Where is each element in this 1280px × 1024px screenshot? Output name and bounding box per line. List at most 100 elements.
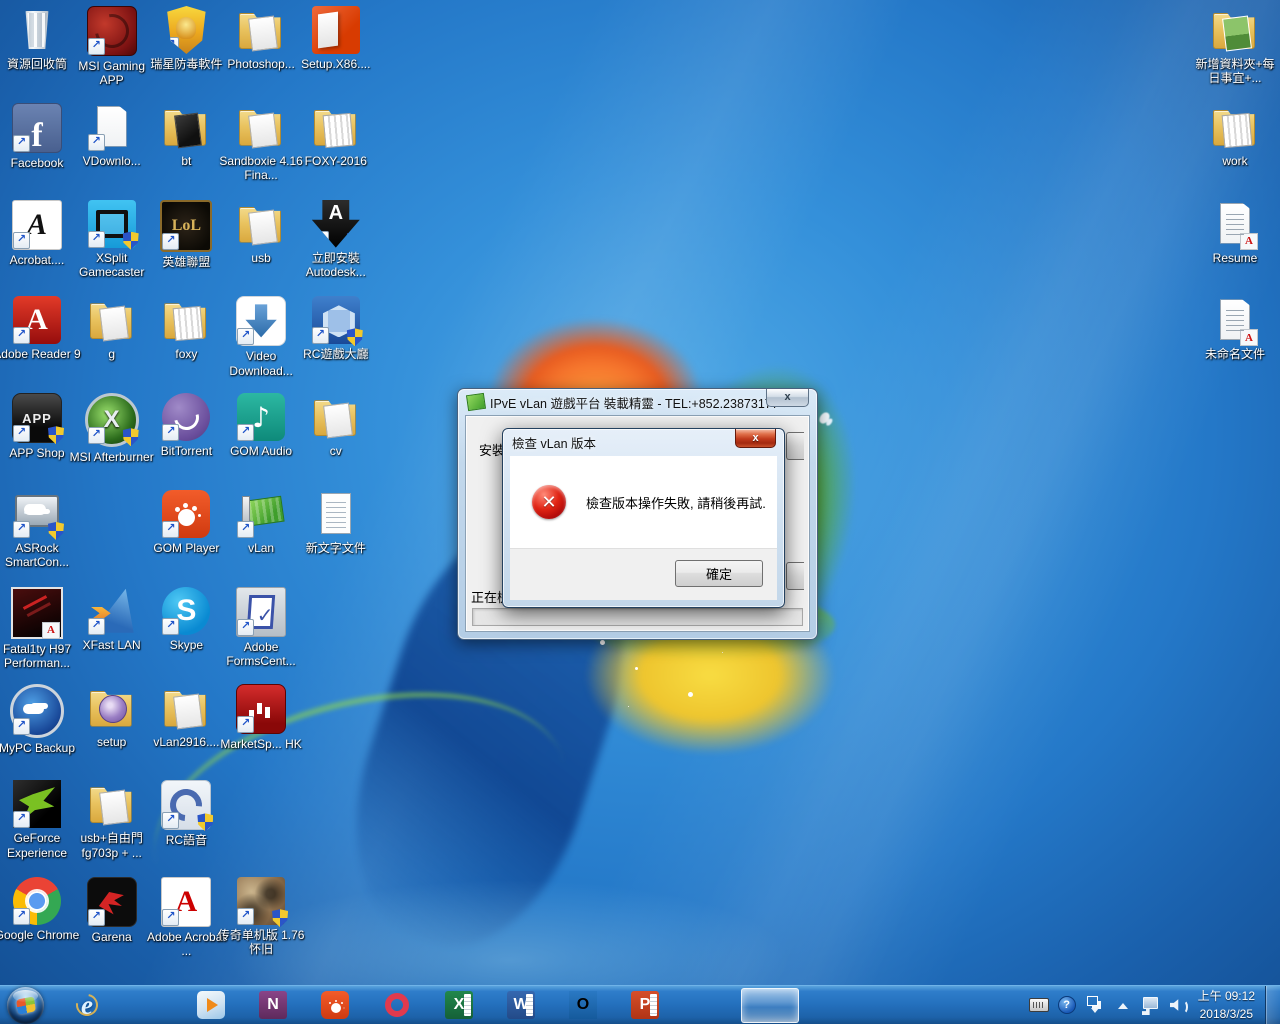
tray-language-bar-icon[interactable] [1084, 992, 1106, 1018]
desktop-icon-unnamed-pdf[interactable]: A 未命名文件 [1187, 296, 1280, 363]
mypc-backup-icon: ↗ [10, 684, 64, 738]
opera-icon [383, 991, 411, 1019]
taskbar-windows-media-player-button[interactable] [180, 987, 242, 1024]
icon-glyph: A [42, 622, 60, 639]
facebook-icon: f↗ [12, 103, 62, 153]
desktop-icon-label: setup [97, 735, 126, 749]
vlan-window-icon [466, 393, 486, 411]
desktop-icon-label: Photoshop... [227, 57, 294, 71]
desktop-icon-work-folder[interactable]: work [1187, 103, 1280, 170]
icon-glyph: A [1240, 233, 1258, 250]
desktop-icon-rc-game-hall[interactable]: ↗RC遊戲大廳 [288, 296, 384, 363]
start-button[interactable] [7, 987, 44, 1024]
tray-help-icon[interactable]: ? [1056, 992, 1078, 1018]
desktop-icon-new-folder-daily[interactable]: 新增資料夾+每日事宜+... [1187, 6, 1280, 87]
icon-glyph: P [631, 991, 659, 1019]
windows-media-player-icon [197, 991, 225, 1019]
marketspeed-hk-icon: ↗ [236, 684, 286, 734]
vlan2916-folder-icon [162, 684, 210, 732]
error-dialog: 檢查 vLan 版本 x ✕ 檢查版本操作失敗, 請稍後再試. 確定 [502, 428, 785, 608]
taskbar-onenote-button[interactable]: N [242, 987, 304, 1024]
desktop-icon-rc-voice[interactable]: ↗RC語音 [138, 780, 234, 849]
desktop-icon-label: APP Shop [9, 446, 64, 460]
shortcut-arrow-icon: ↗ [312, 231, 329, 248]
msi-afterburner-icon: X↗ [85, 393, 139, 447]
tray-clock[interactable]: 上午 09:12 2018/3/25 [1192, 987, 1265, 1023]
desktop-icon-label: 資源回收筒 [7, 57, 67, 71]
tray-ime-keyboard-icon[interactable] [1028, 992, 1050, 1018]
desktop-icon-office-setup[interactable]: Setup.X86.... [288, 6, 384, 73]
browse-button-partial[interactable] [786, 432, 804, 460]
taskbar-garena-button[interactable] [676, 987, 738, 1024]
desktop-icon-label: MarketSp... HK [220, 737, 301, 751]
desktop-icon-label: Garena [92, 930, 132, 944]
installer-close-button[interactable]: x [766, 389, 809, 407]
desktop: 資源回收筒↗MSI Gaming APP↗瑞星防毒軟件Photoshop...S… [0, 0, 1280, 1024]
uac-shield-icon [347, 232, 363, 250]
taskbar-chrome-button[interactable] [118, 987, 180, 1024]
desktop-icon-label: 新增資料夾+每日事宜+... [1190, 57, 1280, 85]
error-dialog-close-button[interactable]: x [735, 429, 776, 448]
powerpoint-icon: P [631, 991, 659, 1019]
skype-icon: S↗ [162, 587, 210, 635]
shortcut-arrow-icon: ↗ [162, 909, 179, 926]
desktop-icon-label: Adobe FormsCent... [216, 640, 306, 668]
shortcut-arrow-icon: ↗ [162, 424, 179, 441]
fatal1ty-h97-pdf-icon: A [11, 587, 63, 639]
foxy-folder-icon [162, 296, 210, 344]
rising-antivirus-icon: ↗ [162, 6, 210, 54]
desktop-icon-resume-pdf[interactable]: AResume [1187, 200, 1280, 267]
taskbar-internet-explorer-button[interactable]: e [56, 987, 118, 1024]
resume-pdf-icon: A [1211, 200, 1259, 248]
desktop-icon-cv-folder[interactable]: cv [288, 393, 384, 460]
desktop-icon-label: bt [181, 154, 191, 168]
desktop-icon-asrock-smartconnect[interactable]: ↗ASRock SmartCon... [0, 490, 85, 571]
setup-folder-icon [88, 684, 136, 732]
desktop-icon-label: 新文字文件 [306, 541, 366, 555]
desktop-icon-label: work [1222, 154, 1247, 168]
photoshop-folder-icon [237, 6, 285, 54]
taskbar-word-button[interactable]: W [490, 987, 552, 1024]
desktop-icon-new-text-document[interactable]: 新文字文件 [288, 490, 384, 557]
shortcut-arrow-icon: ↗ [13, 908, 30, 925]
tray-volume-icon[interactable] [1168, 992, 1190, 1018]
unnamed-pdf-icon: A [1211, 296, 1259, 344]
geforce-experience-icon: ↗ [13, 780, 61, 828]
shortcut-arrow-icon: ↗ [237, 328, 254, 345]
uac-shield-icon [48, 522, 64, 540]
desktop-icon-marketspeed-hk[interactable]: ↗ MarketSp... HK [213, 684, 309, 753]
desktop-icon-adobe-formscentral[interactable]: ✓↗Adobe FormsCent... [213, 587, 309, 670]
desktop-icon-autodesk-installer[interactable]: A↗立即安裝 Autodesk... [288, 200, 384, 281]
desktop-icon-label: FOXY-2016 [305, 154, 367, 168]
shortcut-arrow-icon: ↗ [88, 38, 105, 55]
xsplit-gamecaster-icon: ↗ [88, 200, 136, 248]
taskbar: e N XWOP ? 上午 09:12 2018/3/25 [0, 985, 1280, 1024]
ok-button[interactable]: 確定 [675, 560, 763, 587]
msi-gaming-app-icon: ↗ [87, 6, 137, 56]
desktop-icon-label: g [108, 347, 115, 361]
installer-window-title: IPvE vLan 遊戲平台 裝載精靈 - TEL:+852.23873177 [490, 393, 779, 412]
tray-network-icon[interactable] [1140, 992, 1162, 1018]
shortcut-arrow-icon: ↗ [312, 327, 329, 344]
taskbar-vlan-button[interactable] [741, 988, 799, 1023]
action-button-partial[interactable] [786, 562, 804, 590]
taskbar-excel-button[interactable]: X [428, 987, 490, 1024]
error-dialog-footer: 確定 [510, 548, 777, 600]
desktop-icon-label: 未命名文件 [1205, 347, 1265, 361]
show-desktop-button[interactable] [1265, 986, 1280, 1024]
desktop-icon-label: Skype [170, 638, 203, 652]
tray-hidden-icons-icon[interactable] [1112, 992, 1134, 1018]
installer-titlebar[interactable]: IPvE vLan 遊戲平台 裝載精靈 - TEL:+852.23873177 [458, 389, 817, 415]
desktop-icon-label: GOM Player [153, 541, 219, 555]
google-chrome-icon: ↗ [13, 877, 61, 925]
desktop-icon-foxy-2016-folder[interactable]: FOXY-2016 [288, 103, 384, 170]
taskbar-opera-button[interactable] [366, 987, 428, 1024]
shortcut-arrow-icon: ↗ [162, 618, 179, 635]
taskbar-outlook-button[interactable]: O [552, 987, 614, 1024]
adobe-reader-9-icon: A↗ [13, 296, 61, 344]
desktop-icon-label: cv [330, 444, 342, 458]
taskbar-powerpoint-button[interactable]: P [614, 987, 676, 1024]
uac-shield-icon [347, 328, 363, 346]
desktop-icon-mir-legend[interactable]: ↗传奇单机版 1.76怀旧 [213, 877, 309, 958]
taskbar-gom-player-button[interactable] [304, 987, 366, 1024]
